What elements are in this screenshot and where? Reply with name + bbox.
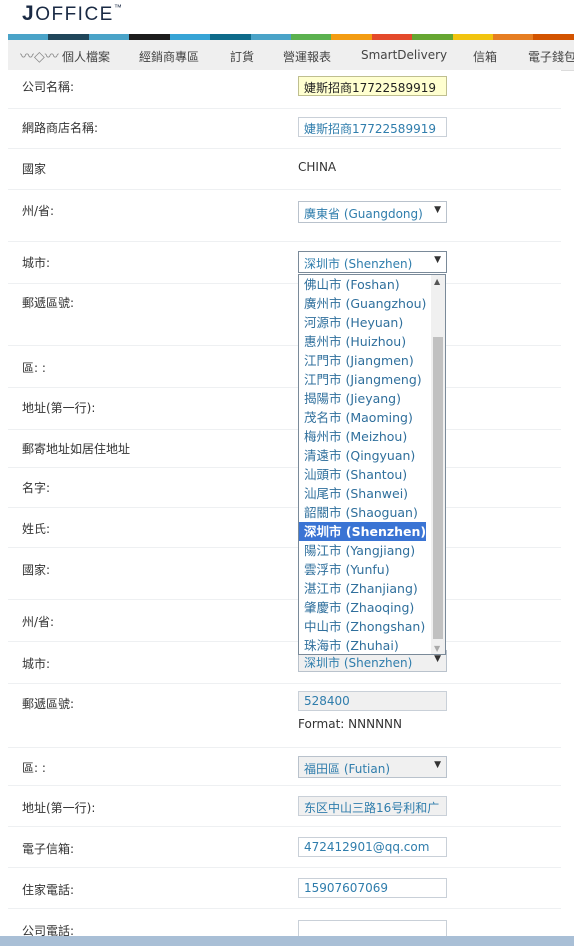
row-mailing-note: 郵寄地址如居住地址 — [8, 429, 561, 468]
first-name-label: 名字: — [22, 481, 51, 495]
city-option[interactable]: 惠州市 (Huizhou) — [299, 332, 426, 351]
row-last-name: 姓氏: — [8, 507, 561, 548]
city-option[interactable]: 汕頭市 (Shantou) — [299, 465, 426, 484]
chevron-down-icon: ▼ — [434, 205, 441, 215]
brand-logo[interactable]: JOFFICE™ — [22, 2, 123, 26]
address2-label: 地址(第一行): — [22, 801, 96, 815]
city-option[interactable]: 雲浮市 (Yunfu) — [299, 560, 426, 579]
row-address1: 地址(第一行): — [8, 387, 561, 430]
window-bottom-edge — [0, 936, 574, 946]
city-label: 城市: — [22, 256, 51, 270]
email-input[interactable]: 472412901@qq.com — [298, 837, 447, 857]
scrollbar-thumb[interactable] — [433, 337, 443, 639]
postal2-label: 郵遞區號: — [22, 697, 75, 711]
row-store-name: 網路商店名稱: 婕斯招商17722589919 — [8, 108, 561, 149]
company-name-label: 公司名稱: — [22, 80, 75, 94]
scroll-up-arrow-icon[interactable]: ▲ — [434, 277, 440, 286]
nav-business-reports[interactable]: 營運報表 — [283, 48, 331, 65]
city-option[interactable]: 茂名市 (Maoming) — [299, 408, 426, 427]
city-option[interactable]: 韶關市 (Shaoguan) — [299, 503, 426, 522]
city-option[interactable]: 汕尾市 (Shanwei) — [299, 484, 426, 503]
state-select-value: 廣東省 (Guangdong) — [304, 207, 423, 221]
profile-form: 公司名稱: 婕斯招商17722589919 網路商店名稱: 婕斯招商177225… — [8, 70, 561, 940]
nav-ewallet[interactable]: 電子錢包 — [528, 48, 574, 65]
city2-select-value: 深圳市 (Shenzhen) — [304, 656, 413, 670]
district2-label: 區: : — [22, 761, 46, 775]
city-dropdown-list[interactable]: 佛山市 (Foshan) 廣州市 (Guangzhou) 河源市 (Heyuan) 惠… — [298, 274, 446, 655]
last-name-label: 姓氏: — [22, 522, 51, 536]
mailing-same-as-home-label[interactable]: 郵寄地址如居住地址 — [22, 440, 130, 457]
nav-order[interactable]: 訂貨 — [230, 48, 254, 65]
city-option[interactable]: 廣州市 (Guangzhou) — [299, 294, 426, 313]
city-option[interactable]: 梅州市 (Meizhou) — [299, 427, 426, 446]
row-country2: 國家: — [8, 547, 561, 600]
chevron-down-icon: ▼ — [434, 654, 441, 664]
row-city2: 城市: 深圳市 (Shenzhen) ▼ — [8, 641, 561, 684]
row-home-phone: 住家電話: 15907607069 — [8, 867, 561, 909]
city-select[interactable]: 深圳市 (Shenzhen) ▼ — [298, 251, 447, 273]
trademark: ™ — [113, 3, 124, 12]
city-option[interactable]: 清遠市 (Qingyuan) — [299, 446, 426, 465]
postal2-input[interactable]: 528400 — [298, 691, 447, 711]
row-postal2: 郵遞區號: 528400 Format: NNNNNN — [8, 683, 561, 748]
row-district2: 區: : 福田區 (Futian) ▼ — [8, 747, 561, 786]
row-company-name: 公司名稱: 婕斯招商17722589919 — [8, 70, 561, 109]
city-option[interactable]: 河源市 (Heyuan) — [299, 313, 426, 332]
city-select-value: 深圳市 (Shenzhen) — [304, 257, 413, 271]
scroll-down-arrow-icon[interactable]: ▼ — [434, 644, 440, 653]
company-name-input[interactable]: 婕斯招商17722589919 — [298, 76, 447, 96]
row-postal: 郵遞區號: — [8, 283, 561, 346]
row-country: 國家 CHINA — [8, 148, 561, 190]
postal2-format-hint: Format: NNNNNN — [298, 717, 403, 731]
state-label: 州/省: — [22, 204, 55, 218]
city-option[interactable]: 佛山市 (Foshan) — [299, 275, 426, 294]
dropdown-scrollbar[interactable]: ▲ ▼ — [431, 275, 445, 654]
brand-letter: J — [22, 2, 36, 25]
row-email: 電子信箱: 472412901@qq.com — [8, 826, 561, 868]
city-option[interactable]: 江門市 (Jiangmeng) — [299, 370, 426, 389]
city-option[interactable]: 珠海市 (Zhuhai) — [299, 636, 426, 655]
city-options: 佛山市 (Foshan) 廣州市 (Guangzhou) 河源市 (Heyuan) 惠… — [299, 275, 445, 655]
home-phone-label: 住家電話: — [22, 883, 75, 897]
row-state: 州/省: 廣東省 (Guangdong) ▼ — [8, 189, 561, 242]
city2-label: 城市: — [22, 657, 51, 671]
email-label: 電子信箱: — [22, 842, 75, 856]
city-option[interactable]: 陽江市 (Yangjiang) — [299, 541, 426, 560]
nav-mailbox[interactable]: 信箱 — [473, 48, 497, 65]
state-select[interactable]: 廣東省 (Guangdong) ▼ — [298, 201, 447, 223]
country-label: 國家 — [22, 162, 47, 176]
address2-input[interactable]: 东区中山三路16号利和广 — [298, 796, 447, 816]
city-option[interactable]: 揭陽市 (Jieyang) — [299, 389, 426, 408]
chevron-down-icon: ▼ — [434, 760, 441, 770]
district2-select-value: 福田區 (Futian) — [304, 762, 391, 776]
row-district: 區: : — [8, 345, 561, 388]
country-value: CHINA — [298, 160, 337, 174]
row-address2: 地址(第一行): 东区中山三路16号利和广 — [8, 785, 561, 827]
city-option[interactable]: 湛江市 (Zhanjiang) — [299, 579, 426, 598]
nav-profile[interactable]: 個人檔案 — [62, 48, 110, 65]
address1-label: 地址(第一行): — [22, 401, 96, 415]
city-option[interactable]: 中山市 (Zhongshan) — [299, 617, 426, 636]
country2-label: 國家: — [22, 563, 51, 577]
postal-label: 郵遞區號: — [22, 296, 75, 310]
district2-select[interactable]: 福田區 (Futian) ▼ — [298, 756, 447, 778]
city-option[interactable]: 江門市 (Jiangmen) — [299, 351, 426, 370]
nav-distributor-area[interactable]: 經銷商專區 — [139, 48, 199, 65]
chevron-down-icon: ▼ — [434, 255, 441, 265]
row-state2: 州/省: — [8, 599, 561, 642]
top-nav: 〰◇〰 個人檔案 經銷商專區 訂貨 營運報表 SmartDelivery 信箱 … — [8, 40, 574, 71]
city-option[interactable]: 深圳市 (Shenzhen) — [299, 522, 426, 541]
row-office-phone: 公司電話: — [8, 908, 561, 940]
home-phone-input[interactable]: 15907607069 — [298, 878, 447, 898]
row-first-name: 名字: — [8, 467, 561, 508]
row-city: 城市: 深圳市 (Shenzhen) ▼ — [8, 241, 561, 284]
brand-name: OFFICE — [35, 4, 114, 25]
state2-label: 州/省: — [22, 615, 55, 629]
nav-smartdelivery[interactable]: SmartDelivery — [361, 48, 447, 62]
district-label: 區: : — [22, 361, 46, 375]
store-name-label: 網路商店名稱: — [22, 121, 99, 135]
store-name-input[interactable]: 婕斯招商17722589919 — [298, 117, 447, 137]
logo-swirl-icon: 〰◇〰 — [20, 49, 59, 65]
city-option[interactable]: 肇慶市 (Zhaoqing) — [299, 598, 426, 617]
